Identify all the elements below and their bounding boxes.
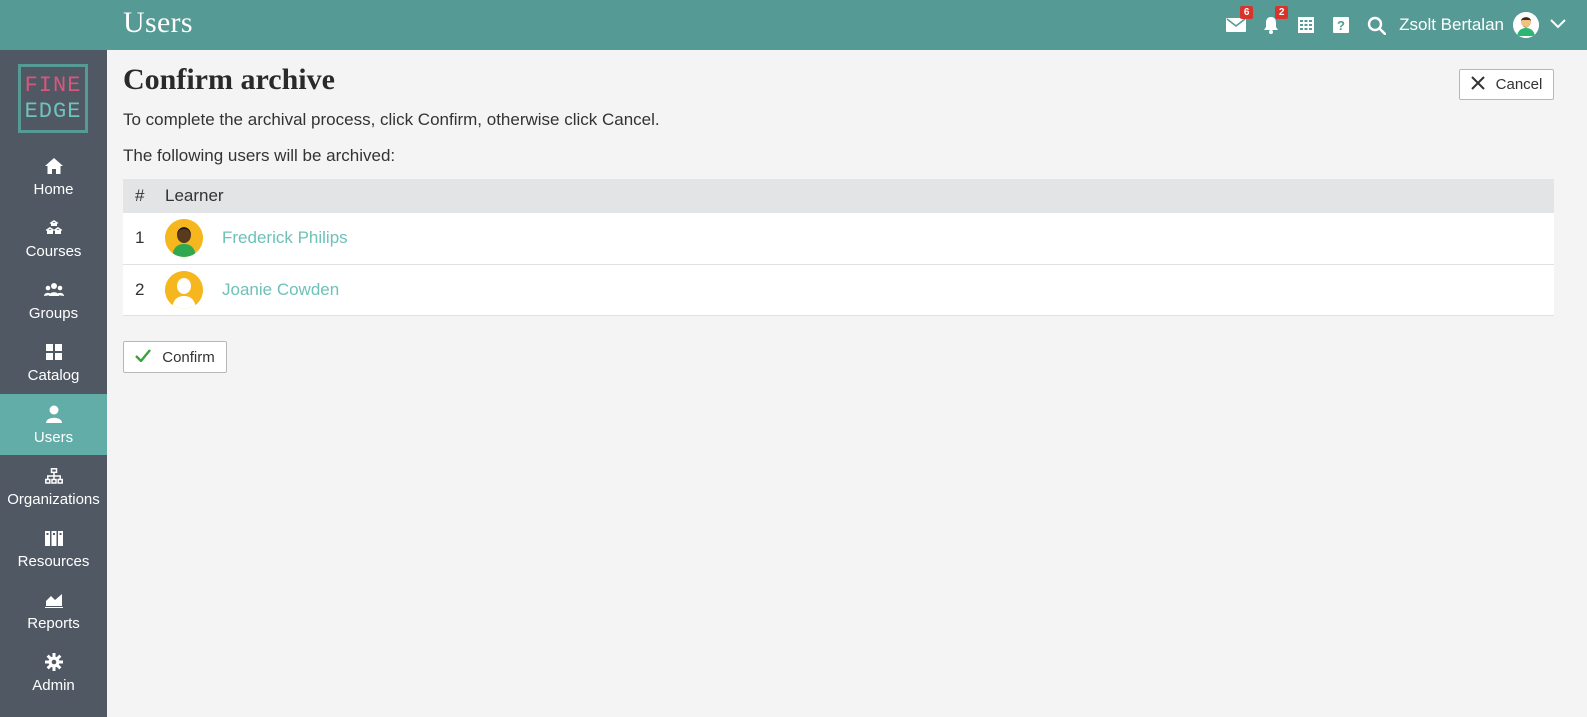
sidebar-item-label: Home [33, 180, 74, 198]
sidebar: FINE EDGE Home Courses Groups Catalog Us… [0, 50, 107, 717]
learner-avatar[interactable] [165, 219, 203, 258]
organizations-icon [44, 466, 63, 486]
sidebar-item-label: Users [33, 428, 74, 446]
sidebar-item-label: Catalog [27, 366, 80, 384]
avatar[interactable] [1513, 12, 1539, 38]
learner-name-link[interactable]: Frederick Philips [222, 228, 348, 248]
envelope-icon [1226, 17, 1247, 33]
notifications-button[interactable]: 2 [1260, 6, 1289, 36]
learner-cell: Joanie Cowden [165, 270, 1554, 309]
svg-text:?: ? [1337, 18, 1345, 33]
user-name[interactable]: Zsolt Bertalan [1399, 15, 1504, 35]
table-row: 1 Frederick Philips [123, 213, 1554, 264]
logo[interactable]: FINE EDGE [18, 64, 88, 133]
help-icon: ? [1332, 16, 1350, 34]
confirm-label: Confirm [162, 348, 215, 366]
logo-line-2: EDGE [24, 98, 82, 124]
chevron-down-icon [1550, 16, 1566, 34]
learner-name-link[interactable]: Joanie Cowden [222, 280, 339, 300]
search-button[interactable] [1365, 14, 1387, 36]
page-title: Confirm archive [123, 63, 335, 96]
calendar-button[interactable] [1295, 14, 1317, 36]
sidebar-item-reports[interactable]: Reports [0, 580, 107, 641]
header-tools: 6 2 ? Zsolt Bertalan [1212, 0, 1567, 50]
learner-avatar[interactable] [165, 270, 203, 309]
sidebar-item-label: Reports [27, 614, 80, 632]
sidebar-item-resources[interactable]: Resources [0, 518, 107, 579]
catalog-icon [45, 342, 62, 362]
notifications-badge: 2 [1275, 6, 1289, 19]
confirm-button[interactable]: Confirm [123, 341, 227, 373]
groups-icon [43, 280, 64, 300]
instructions-text: To complete the archival process, click … [123, 110, 660, 129]
sidebar-item-admin[interactable]: Admin [0, 642, 107, 703]
resources-icon [44, 528, 63, 548]
search-icon [1367, 16, 1386, 35]
account-menu-toggle[interactable] [1549, 16, 1567, 34]
sidebar-item-organizations[interactable]: Organizations [0, 456, 107, 517]
checkmark-icon [135, 348, 162, 366]
column-header-learner: Learner [165, 186, 224, 205]
gear-icon [44, 652, 63, 672]
top-bar: Users 6 2 ? Zsolt Bertalan [0, 0, 1587, 50]
learner-cell: Frederick Philips [165, 219, 1554, 258]
messages-button[interactable]: 6 [1225, 6, 1254, 36]
table-header-row: # Learner [123, 179, 1554, 213]
column-header-number: # [135, 186, 145, 205]
sidebar-item-label: Organizations [7, 490, 100, 508]
logo-line-1: FINE [24, 72, 82, 98]
home-icon [44, 156, 63, 176]
archive-users-table: # Learner 1 Frederick Philips 2 Joanie C… [123, 179, 1554, 316]
sidebar-item-home[interactable]: Home [0, 146, 107, 207]
sidebar-item-groups[interactable]: Groups [0, 270, 107, 331]
archive-list-intro: The following users will be archived: [123, 146, 396, 165]
close-icon [1470, 75, 1496, 94]
calendar-icon [1297, 16, 1315, 34]
reports-icon [44, 590, 63, 610]
help-button[interactable]: ? [1330, 14, 1352, 36]
row-number: 1 [135, 228, 145, 248]
sidebar-item-catalog[interactable]: Catalog [0, 332, 107, 393]
cancel-label: Cancel [1495, 76, 1543, 93]
sidebar-item-label: Admin [32, 676, 75, 694]
cancel-button[interactable]: Cancel [1459, 69, 1554, 100]
sidebar-item-courses[interactable]: Courses [0, 208, 107, 269]
sidebar-item-label: Resources [17, 552, 90, 570]
page-heading: Users [123, 6, 193, 39]
user-icon [45, 404, 63, 424]
row-number: 2 [135, 279, 145, 299]
messages-badge: 6 [1240, 6, 1254, 19]
sidebar-item-label: Groups [28, 304, 79, 322]
sidebar-item-users[interactable]: Users [0, 394, 107, 455]
courses-icon [45, 218, 63, 238]
sidebar-item-label: Courses [25, 242, 82, 260]
table-row: 2 Joanie Cowden [123, 264, 1554, 315]
